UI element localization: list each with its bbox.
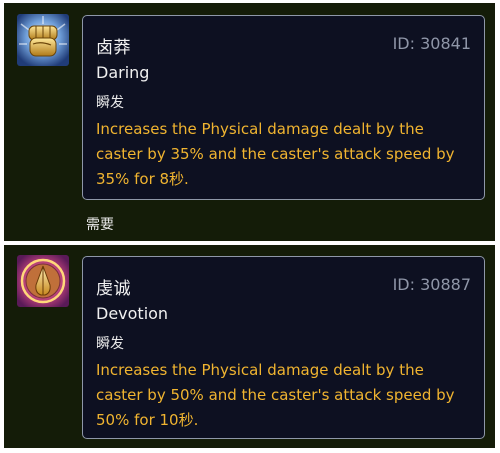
requires-label: 需要 bbox=[86, 217, 114, 233]
spell-name: 卤莽 bbox=[96, 38, 131, 58]
spell-tooltip: 卤莽 ID: 30841 Daring 瞬发 Increases the Phy… bbox=[82, 15, 485, 200]
spell-description: Increases the Physical damage dealt by t… bbox=[96, 120, 455, 188]
spell-name: 虔诚 bbox=[96, 279, 131, 299]
spell-english-name: Devotion bbox=[96, 304, 169, 323]
spell-english-name: Daring bbox=[96, 63, 150, 82]
spell-description: Increases the Physical damage dealt by t… bbox=[96, 361, 455, 429]
spell-card-daring: 卤莽 ID: 30841 Daring 瞬发 Increases the Phy… bbox=[4, 3, 495, 241]
cast-time: 瞬发 bbox=[96, 95, 124, 111]
praying-hands-icon[interactable] bbox=[17, 255, 69, 307]
spell-tooltip: 虔诚 ID: 30887 Devotion 瞬发 Increases the P… bbox=[82, 256, 485, 439]
cast-time: 瞬发 bbox=[96, 336, 124, 352]
gold-fist-icon[interactable] bbox=[17, 14, 69, 66]
spell-card-devotion: 虔诚 ID: 30887 Devotion 瞬发 Increases the P… bbox=[4, 245, 495, 448]
spell-id: ID: 30887 bbox=[392, 275, 471, 294]
spell-id: ID: 30841 bbox=[392, 34, 471, 53]
